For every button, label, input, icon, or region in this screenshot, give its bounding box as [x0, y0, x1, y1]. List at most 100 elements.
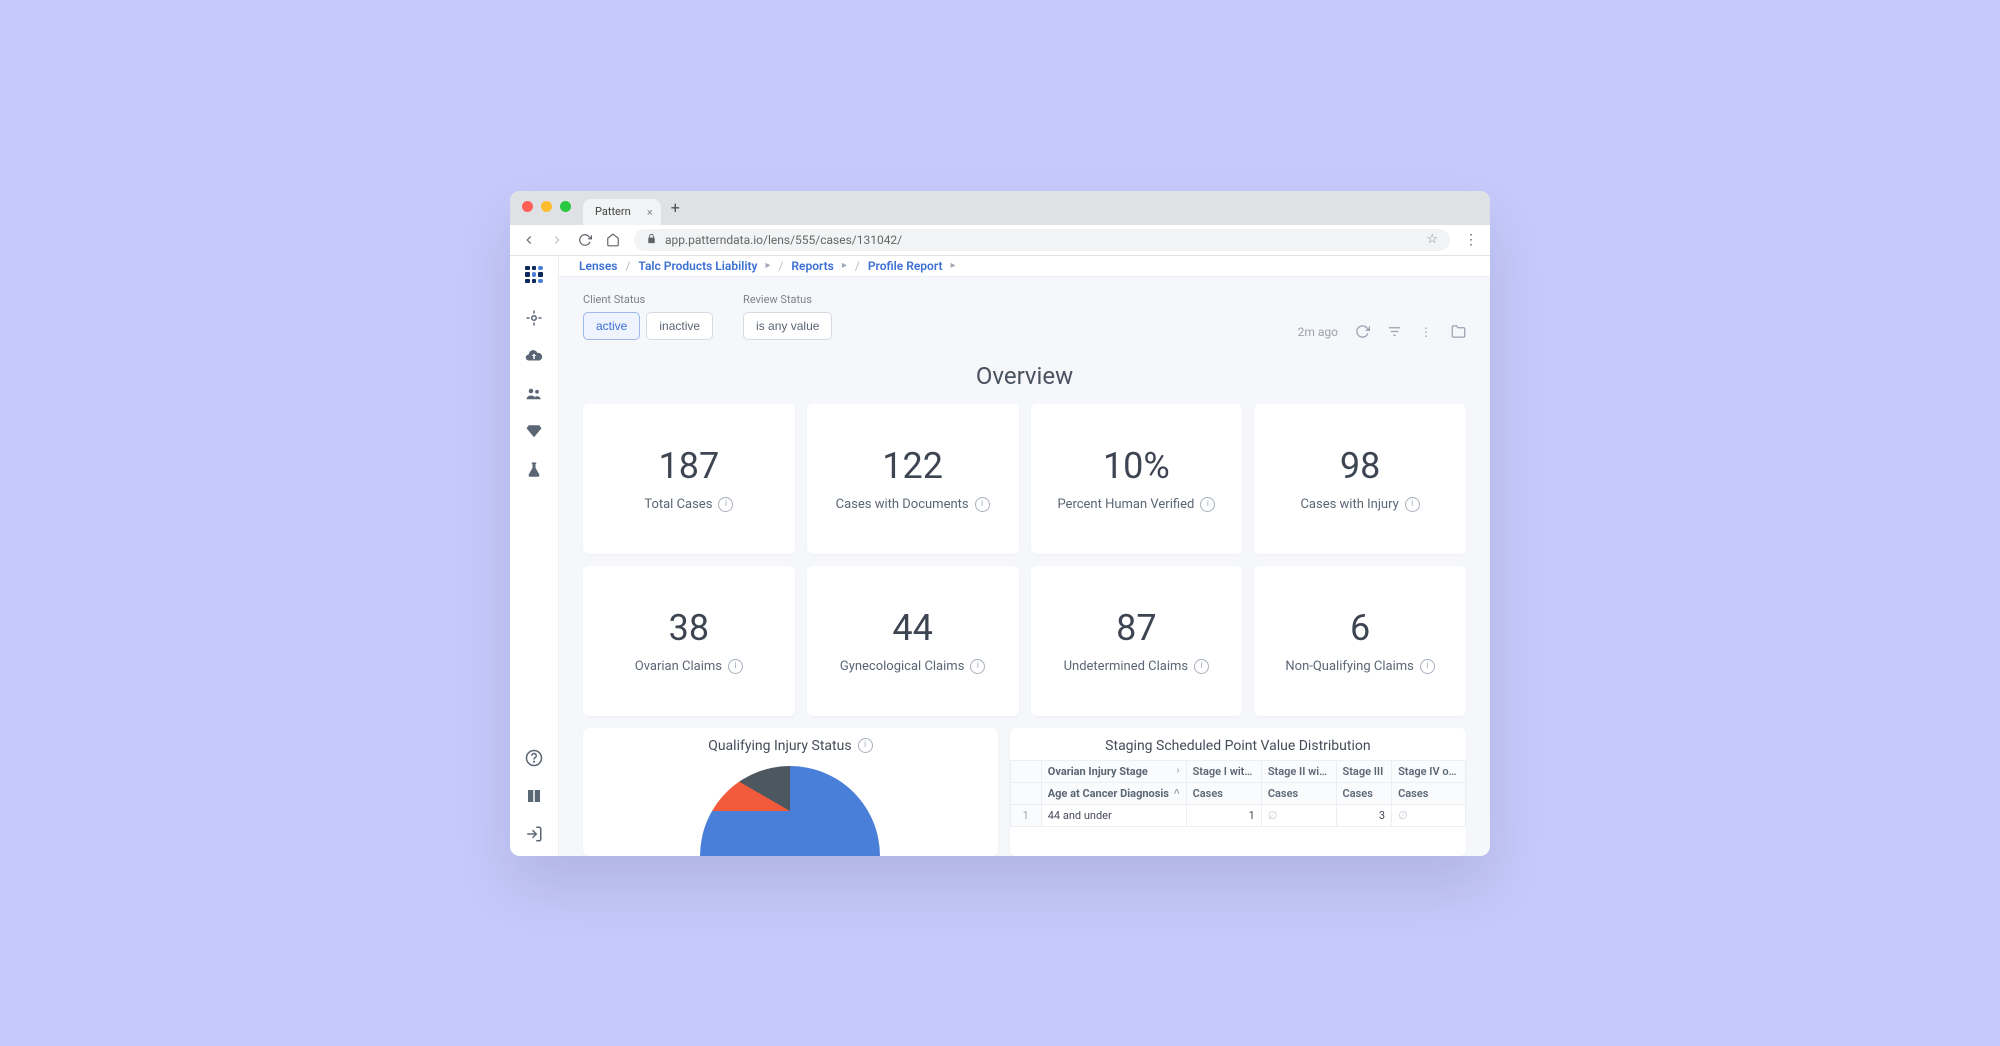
main-area: Lenses / Talc Products Liability ▸ / Rep… [559, 256, 1490, 856]
app-shell: Lenses / Talc Products Liability ▸ / Rep… [510, 256, 1490, 856]
info-icon[interactable]: i [1405, 497, 1420, 512]
browser-window: Pattern × + app.patterndata.io/lens/555/… [510, 191, 1490, 856]
metric-card: 187 Total Casesi [583, 404, 795, 554]
nav-help-icon[interactable] [524, 748, 544, 768]
chevron-right-icon[interactable]: ▸ [765, 260, 770, 271]
info-icon[interactable]: i [718, 497, 733, 512]
cell: 3 [1336, 804, 1392, 826]
metric-card: 38 Ovarian Claimsi [583, 566, 795, 716]
metric-label: Percent Human Verified [1057, 497, 1194, 512]
crumb-lenses[interactable]: Lenses [579, 259, 617, 273]
review-status-button[interactable]: is any value [743, 312, 832, 340]
metric-label: Gynecological Claims [840, 659, 965, 674]
col-stage-4[interactable]: Stage IV o… [1392, 760, 1466, 782]
col-stage-3[interactable]: Stage III [1336, 760, 1392, 782]
crumb-project[interactable]: Talc Products Liability [638, 259, 757, 273]
metric-label: Non-Qualifying Claims [1285, 659, 1413, 674]
filter-label: Review Status [743, 293, 832, 306]
metric-value: 44 [892, 607, 932, 649]
metric-card: 10% Percent Human Verifiedi [1031, 404, 1243, 554]
cell: ∅ [1261, 804, 1336, 826]
url-field[interactable]: app.patterndata.io/lens/555/cases/131042… [634, 229, 1450, 251]
info-icon[interactable]: i [970, 659, 985, 674]
filter-review-status: Review Status is any value [743, 293, 832, 340]
col-stage-1[interactable]: Stage I wit… [1186, 760, 1261, 782]
chevron-right-icon: › [1177, 765, 1180, 776]
url-text: app.patterndata.io/lens/555/cases/131042… [665, 233, 902, 247]
close-window-icon[interactable] [522, 201, 533, 212]
metric-value: 98 [1340, 445, 1380, 487]
browser-menu-icon[interactable]: ⋮ [1464, 233, 1478, 247]
forward-icon[interactable] [550, 233, 564, 247]
filter-icon[interactable] [1386, 324, 1402, 340]
last-updated: 2m ago [1298, 325, 1338, 339]
metric-card: 98 Cases with Injury i [1254, 404, 1466, 554]
metric-label: Undetermined Claims [1064, 659, 1189, 674]
row-label: 44 and under [1041, 804, 1186, 826]
crumb-section[interactable]: Reports [791, 259, 833, 273]
subheader: Cases [1392, 782, 1466, 804]
refresh-icon[interactable] [1354, 324, 1370, 340]
info-icon[interactable]: i [858, 738, 873, 753]
table-row: Ovarian Injury Stage › Stage I wit… Stag… [1010, 760, 1465, 782]
metric-card: 6 Non-Qualifying Claims i [1254, 566, 1466, 716]
info-icon[interactable]: i [975, 497, 990, 512]
chevron-right-icon[interactable]: ▸ [842, 260, 847, 271]
metric-value: 122 [882, 445, 943, 487]
pie-chart [700, 766, 880, 856]
report-toolbar: 2m ago ⋮ [1298, 324, 1466, 340]
metric-value: 38 [669, 607, 709, 649]
nav-diamond-icon[interactable] [524, 422, 544, 442]
nav-flask-icon[interactable] [524, 460, 544, 480]
browser-addressbar: app.patterndata.io/lens/555/cases/131042… [510, 225, 1490, 256]
metric-value: 187 [659, 445, 720, 487]
rowgroup-subheader[interactable]: Age at Cancer Diagnosis ˄ [1041, 782, 1186, 804]
nav-upload-icon[interactable] [524, 346, 544, 366]
lock-icon [646, 233, 657, 247]
nav-people-icon[interactable] [524, 384, 544, 404]
metric-card: 122 Cases with Documents i [807, 404, 1019, 554]
cell: 1 [1186, 804, 1261, 826]
bottom-panels: Qualifying Injury Status i Staging Sched… [559, 716, 1490, 856]
rowgroup-header[interactable]: Ovarian Injury Stage › [1041, 760, 1186, 782]
folder-icon[interactable] [1450, 324, 1466, 340]
filter-client-status: Client Status active inactive [583, 293, 713, 340]
client-status-active[interactable]: active [583, 312, 640, 340]
cell: ∅ [1392, 804, 1466, 826]
metric-label: Cases with Injury [1300, 497, 1398, 512]
metric-value: 6 [1350, 607, 1370, 649]
home-icon[interactable] [606, 233, 620, 247]
client-status-inactive[interactable]: inactive [646, 312, 713, 340]
info-icon[interactable]: i [1194, 659, 1209, 674]
app-logo[interactable] [525, 266, 543, 284]
table-row[interactable]: 1 44 and under 1 ∅ 3 ∅ [1010, 804, 1465, 826]
nav-logout-icon[interactable] [524, 824, 544, 844]
info-icon[interactable]: i [1200, 497, 1215, 512]
new-tab-button[interactable]: + [671, 198, 680, 221]
more-icon[interactable]: ⋮ [1418, 324, 1434, 340]
col-stage-2[interactable]: Stage II wi… [1261, 760, 1336, 782]
metric-label: Cases with Documents [836, 497, 969, 512]
info-icon[interactable]: i [1420, 659, 1435, 674]
page-title: Overview [559, 362, 1490, 390]
crumb-page[interactable]: Profile Report [868, 259, 943, 273]
subheader: Cases [1261, 782, 1336, 804]
qualifying-panel: Qualifying Injury Status i [583, 728, 998, 856]
bookmark-icon[interactable]: ☆ [1426, 232, 1438, 247]
nav-docs-icon[interactable] [524, 786, 544, 806]
chevron-right-icon[interactable]: ▸ [950, 260, 955, 271]
metric-cards: 187 Total Casesi 122 Cases with Document… [559, 404, 1490, 716]
metric-value: 87 [1116, 607, 1156, 649]
back-icon[interactable] [522, 233, 536, 247]
info-icon[interactable]: i [728, 659, 743, 674]
browser-tabbar: Pattern × + [510, 191, 1490, 225]
browser-tab[interactable]: Pattern × [583, 199, 661, 225]
maximize-window-icon[interactable] [560, 201, 571, 212]
minimize-window-icon[interactable] [541, 201, 552, 212]
window-controls [522, 201, 571, 212]
subheader: Cases [1186, 782, 1261, 804]
reload-icon[interactable] [578, 233, 592, 247]
table-row: Age at Cancer Diagnosis ˄ Cases Cases Ca… [1010, 782, 1465, 804]
nav-explore-icon[interactable] [524, 308, 544, 328]
close-tab-icon[interactable]: × [647, 206, 653, 219]
